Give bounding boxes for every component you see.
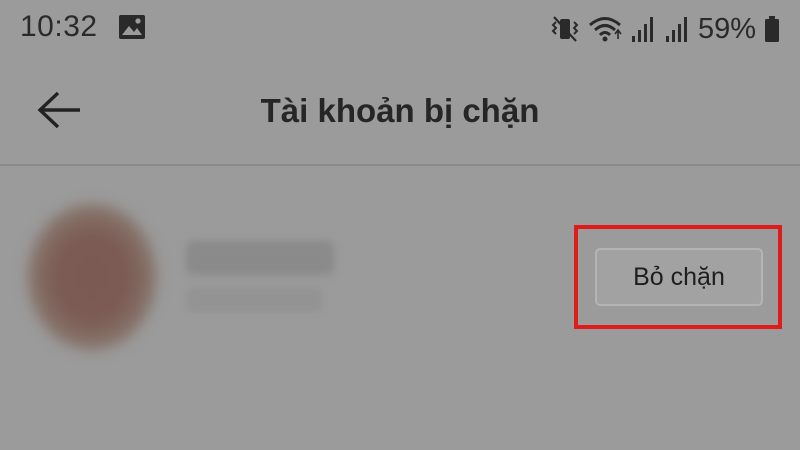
battery-icon bbox=[764, 14, 780, 44]
blocked-account-row: Bỏ chặn bbox=[0, 166, 800, 366]
battery-percent: 59% bbox=[697, 12, 756, 45]
signal-icon bbox=[630, 14, 656, 44]
avatar[interactable] bbox=[26, 202, 158, 352]
status-bar: 10:32 59% bbox=[0, 0, 800, 58]
gallery-icon bbox=[118, 14, 146, 40]
status-icons: 59% bbox=[550, 10, 780, 48]
wifi-icon bbox=[588, 14, 622, 44]
blocked-accounts-screen: 10:32 59% Tài khoản bị chặn Bỏ chặn bbox=[0, 0, 800, 450]
signal-icon bbox=[664, 14, 690, 44]
account-name-redacted bbox=[186, 241, 334, 275]
page-title: Tài khoản bị chặn bbox=[260, 92, 540, 129]
unblock-button[interactable]: Bỏ chặn bbox=[595, 248, 763, 306]
account-handle-redacted bbox=[186, 288, 322, 312]
vibrate-icon bbox=[550, 14, 580, 44]
status-time: 10:32 bbox=[20, 10, 98, 43]
app-header: Tài khoản bị chặn bbox=[0, 60, 800, 165]
